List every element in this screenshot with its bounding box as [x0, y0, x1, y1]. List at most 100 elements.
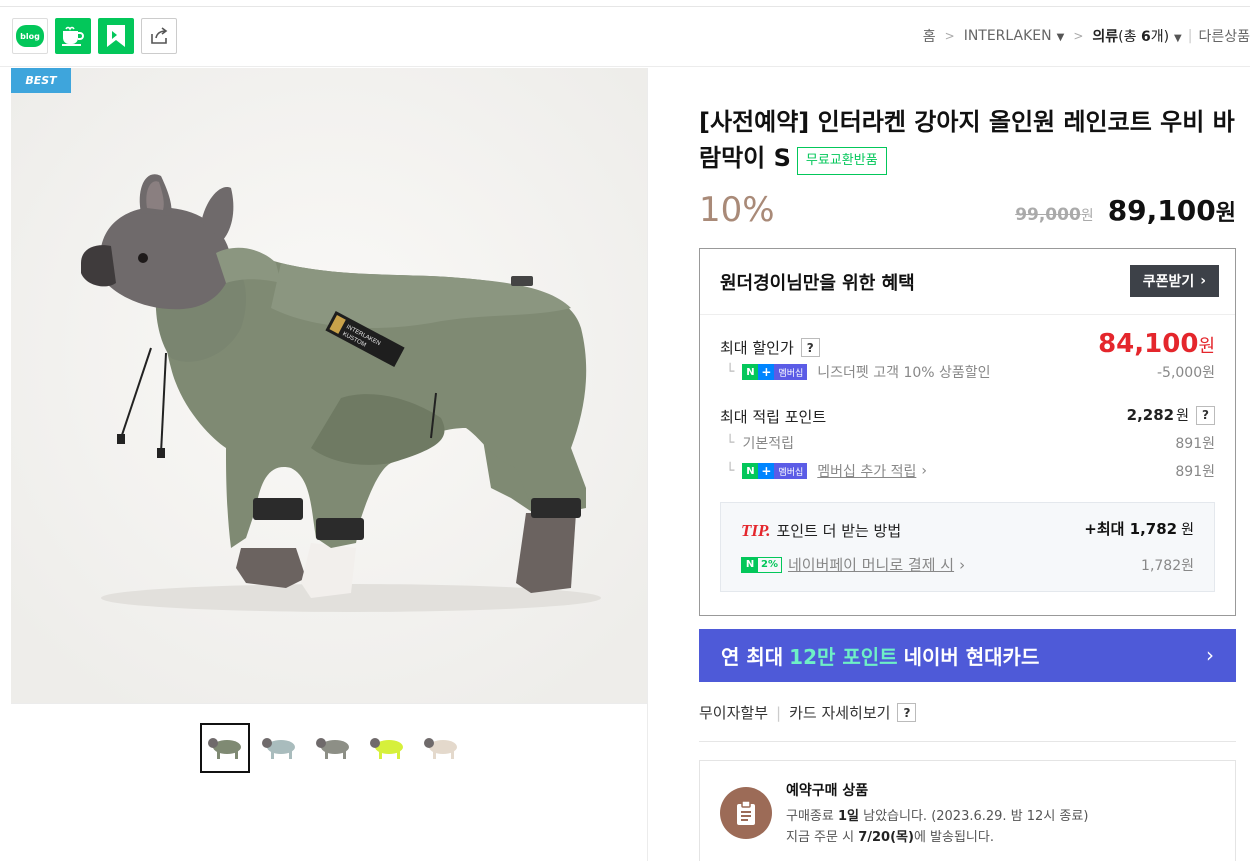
- product-title-text: [사전예약] 인터라켄 강아지 올인원 레인코트 우비 바람막이 S: [699, 108, 1235, 172]
- dropdown-arrow-icon: ▼: [1056, 32, 1065, 43]
- preorder-days-left: 1일: [837, 809, 859, 824]
- naverpay-link[interactable]: 네이버페이 머니로 결제 시: [788, 554, 954, 575]
- thumbnail-image: [316, 738, 349, 759]
- thumbnail-2[interactable]: [254, 723, 304, 773]
- naver-n-icon: N: [742, 463, 759, 479]
- naver-n-icon: N: [742, 557, 758, 572]
- thumbnail-divider: [11, 703, 648, 704]
- dog-raincoat-illustration: INTERLAKEN KUSTOM: [11, 68, 647, 704]
- image-panel: BEST INTERLAKEN KUSTOM: [11, 68, 648, 861]
- clipboard-icon: [720, 787, 772, 839]
- main-product-image[interactable]: BEST INTERLAKEN KUSTOM: [11, 68, 647, 704]
- max-point-row: 최대 적립 포인트 2,282 원?: [720, 405, 1215, 427]
- breadcrumb-home[interactable]: 홈: [923, 26, 936, 46]
- free-return-tag: 무료교환반품: [796, 147, 887, 175]
- thumbnail-image: [262, 738, 295, 759]
- basic-point-label: 기본적립: [742, 436, 794, 452]
- breadcrumb: 홈 > INTERLAKEN ▼ > 의류(총 6개) ▼ | 다른상품: [923, 26, 1250, 46]
- count-suffix: 개): [1150, 29, 1170, 45]
- installment-row: 무이자할부 | 카드 자세히보기 ?: [699, 702, 917, 723]
- percent-label: 2%: [761, 559, 778, 570]
- help-icon[interactable]: ?: [800, 338, 820, 357]
- preorder-line2-post: 에 발송됩니다.: [913, 830, 994, 845]
- plus-icon: +: [758, 463, 775, 479]
- thumbnail-5[interactable]: [416, 723, 466, 773]
- card-banner-pre: 연 최대: [721, 645, 784, 669]
- max-point-value: 2,282 원?: [1127, 405, 1215, 425]
- max-point-amount: 2,282: [1126, 406, 1175, 424]
- basic-point-value: 891원: [1175, 436, 1215, 452]
- membership-badge-label: 멤버십: [774, 463, 808, 479]
- other-products-link[interactable]: 다른상품: [1198, 26, 1250, 46]
- max-discount-row: 최대 할인가? 84,100원: [720, 329, 1215, 359]
- breadcrumb-brand[interactable]: INTERLAKEN ▼: [964, 28, 1065, 44]
- final-price-unit: 원: [1215, 201, 1236, 226]
- final-price: 89,100: [1107, 194, 1216, 227]
- preorder-line2-pre: 지금 주문 시: [786, 830, 859, 845]
- blog-icon: blog: [16, 25, 44, 47]
- preorder-line1-pre: 구매종료: [786, 809, 838, 824]
- product-page: blog 홈 > INTERLAKEN ▼ > 의류(총 6개) ▼ | 다른상…: [0, 0, 1250, 861]
- card-banner-post: 네이버 현대카드: [903, 645, 1040, 669]
- membership-point-row: └ N + 멤버십 멤버십 추가 적립 › 891원: [720, 461, 1215, 481]
- price-row: 99,000 원 89,100 원: [1015, 194, 1236, 227]
- breadcrumb-separator: >: [1073, 29, 1084, 43]
- thumbnail-1[interactable]: [200, 723, 250, 773]
- original-price: 99,000: [1015, 205, 1081, 225]
- breadcrumb-category[interactable]: 의류(총 6개) ▼: [1092, 26, 1181, 46]
- elbow-icon: └: [726, 364, 735, 380]
- help-icon[interactable]: ?: [1196, 405, 1215, 425]
- divider: |: [1187, 28, 1193, 44]
- chevron-right-icon: ›: [959, 555, 966, 574]
- member-discount-row: └ N + 멤버십 니즈더펫 고객 10% 상품할인 -5,000원: [720, 362, 1215, 382]
- preorder-title: 예약구매 상품: [786, 783, 869, 799]
- chevron-right-icon: ›: [1206, 643, 1214, 667]
- naver-plus-membership-badge: N + 멤버십: [742, 364, 808, 380]
- max-discount-amount: 84,100: [1098, 329, 1199, 359]
- card-banner-highlight: 12만 포인트: [789, 645, 898, 669]
- max-discount-unit: 원: [1198, 336, 1215, 357]
- membership-point-link[interactable]: 멤버십 추가 적립: [817, 461, 916, 481]
- preorder-ship-notice: 지금 주문 시 7/20(목)에 발송됩니다.: [786, 826, 994, 845]
- section-divider: [699, 741, 1236, 742]
- breadcrumb-separator: >: [944, 29, 955, 43]
- dropdown-arrow-icon: ▼: [1174, 33, 1182, 44]
- coupon-button[interactable]: 쿠폰받기 ›: [1129, 265, 1219, 297]
- tip-max-prefix: +최대: [1084, 520, 1125, 538]
- member-discount-text: 니즈더펫 고객 10% 상품할인: [817, 365, 991, 381]
- cafe-share-button[interactable]: [55, 18, 91, 54]
- thumbnail-3[interactable]: [308, 723, 358, 773]
- help-icon[interactable]: ?: [897, 703, 917, 722]
- breadcrumb-category-label: 의류: [1092, 29, 1119, 45]
- coupon-button-label: 쿠폰받기: [1142, 274, 1195, 290]
- count-number: 6: [1140, 29, 1151, 45]
- share-button[interactable]: [141, 18, 177, 54]
- max-discount-label-text: 최대 할인가: [720, 339, 794, 357]
- tip-max-unit: 원: [1181, 522, 1194, 538]
- naver-hyundai-card-banner[interactable]: 연 최대 12만 포인트 네이버 현대카드 ›: [699, 629, 1236, 682]
- tip-max-value: 1,782: [1129, 520, 1178, 538]
- membership-badge-label: 멤버십: [774, 364, 808, 380]
- bookmark-icon: [107, 25, 125, 47]
- discount-rate: 10%: [699, 190, 775, 230]
- tip-title: TIP. 포인트 더 받는 방법: [741, 520, 901, 541]
- blog-share-button[interactable]: blog: [12, 18, 48, 54]
- naverpay-row: N 2% 네이버페이 머니로 결제 시 ›: [741, 554, 965, 575]
- thumbnail-strip: [200, 723, 466, 773]
- basic-point-row: └ 기본적립 891원: [720, 433, 1215, 453]
- cafe-icon: [62, 26, 84, 46]
- benefit-title: 원더경이님만을 위한 혜택: [720, 273, 915, 294]
- product-title: [사전예약] 인터라켄 강아지 올인원 레인코트 우비 바람막이 S 무료교환반품: [699, 104, 1236, 176]
- elbow-icon: └: [726, 463, 735, 479]
- benefit-box: 원더경이님만을 위한 혜택 쿠폰받기 › 최대 할인가? 84,100원 └ N +…: [699, 248, 1236, 616]
- card-detail-link[interactable]: 카드 자세히보기: [789, 702, 890, 723]
- thumbnail-image: [424, 738, 457, 759]
- original-price-unit: 원: [1080, 208, 1094, 224]
- thumbnail-4[interactable]: [362, 723, 412, 773]
- share-icons: blog: [12, 18, 177, 54]
- installment-label: 무이자할부: [699, 704, 769, 722]
- chevron-right-icon: ›: [1200, 273, 1206, 289]
- tip-word: TIP.: [741, 520, 771, 540]
- share-icon: [151, 27, 168, 44]
- bookmark-share-button[interactable]: [98, 18, 134, 54]
